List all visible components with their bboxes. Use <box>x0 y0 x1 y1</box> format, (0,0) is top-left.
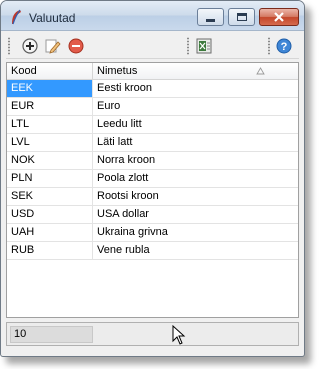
help-button[interactable]: ? <box>275 37 293 55</box>
cell-name[interactable]: Läti latt <box>93 134 299 151</box>
excel-export-icon <box>196 38 212 54</box>
cell-code[interactable]: SEK <box>7 188 93 205</box>
cell-name[interactable]: USA dollar <box>93 206 299 223</box>
title-bar[interactable]: Valuutad <box>1 1 304 31</box>
cell-name[interactable]: Eesti kroon <box>93 80 299 97</box>
table-row[interactable]: NOK Norra kroon <box>7 152 298 170</box>
mouse-cursor-icon <box>172 325 186 345</box>
table-row[interactable]: RUB Vene rubla <box>7 242 298 260</box>
cell-name[interactable]: Vene rubla <box>93 242 299 259</box>
delete-button[interactable] <box>67 37 85 55</box>
currency-table: Kood Nimetus EEK Eesti kroon EUR Euro LT… <box>6 62 299 318</box>
table-row[interactable]: UAH Ukraina grivna <box>7 224 298 242</box>
cell-name[interactable]: Poola zlott <box>93 170 299 187</box>
cell-code[interactable]: RUB <box>7 242 93 259</box>
cell-name[interactable]: Rootsi kroon <box>93 188 299 205</box>
cell-code[interactable]: EEK <box>7 80 93 97</box>
table-body: EEK Eesti kroon EUR Euro LTL Leedu litt … <box>7 80 298 260</box>
cell-code[interactable]: LTL <box>7 116 93 133</box>
toolbar: ? <box>6 33 299 59</box>
table-header: Kood Nimetus <box>7 63 298 80</box>
pencil-edit-icon <box>45 39 61 54</box>
maximize-icon <box>236 13 247 21</box>
table-row[interactable]: LVL Läti latt <box>7 134 298 152</box>
app-feather-icon <box>12 9 21 25</box>
table-row[interactable]: LTL Leedu litt <box>7 116 298 134</box>
column-header-name[interactable]: Nimetus <box>93 63 263 80</box>
cell-code[interactable]: PLN <box>7 170 93 187</box>
plus-circle-icon <box>22 38 38 54</box>
table-row[interactable]: PLN Poola zlott <box>7 170 298 188</box>
column-header-code[interactable]: Kood <box>7 63 93 80</box>
toolbar-grip[interactable] <box>268 37 270 55</box>
table-row[interactable]: EEK Eesti kroon <box>7 80 298 98</box>
close-button[interactable] <box>259 8 299 26</box>
cell-name[interactable]: Leedu litt <box>93 116 299 133</box>
cell-code[interactable]: EUR <box>7 98 93 115</box>
cell-code[interactable]: LVL <box>7 134 93 151</box>
cell-name[interactable]: Norra kroon <box>93 152 299 169</box>
status-bar: 10 <box>6 322 299 346</box>
minimize-button[interactable] <box>197 8 224 26</box>
maximize-button[interactable] <box>228 8 255 26</box>
edit-button[interactable] <box>44 37 62 55</box>
toolbar-grip[interactable] <box>187 37 189 55</box>
cell-code[interactable]: USD <box>7 206 93 223</box>
help-icon: ? <box>276 38 292 54</box>
record-count: 10 <box>10 326 93 343</box>
table-row[interactable]: EUR Euro <box>7 98 298 116</box>
add-button[interactable] <box>21 37 39 55</box>
cell-code[interactable]: UAH <box>7 224 93 241</box>
cell-name[interactable]: Ukraina grivna <box>93 224 299 241</box>
window-title: Valuutad <box>29 11 76 25</box>
currency-window: Valuutad ? Kood Nimetus EEK Eesti kroon … <box>0 0 305 357</box>
toolbar-grip[interactable] <box>8 37 10 55</box>
export-button[interactable] <box>195 37 213 55</box>
table-row[interactable]: SEK Rootsi kroon <box>7 188 298 206</box>
svg-text:?: ? <box>281 41 288 53</box>
table-row[interactable]: USD USA dollar <box>7 206 298 224</box>
minimize-icon <box>206 18 215 22</box>
minus-circle-icon <box>68 38 84 54</box>
cell-name[interactable]: Euro <box>93 98 299 115</box>
close-icon <box>274 12 284 22</box>
sort-ascending-icon <box>256 67 265 75</box>
cell-code[interactable]: NOK <box>7 152 93 169</box>
